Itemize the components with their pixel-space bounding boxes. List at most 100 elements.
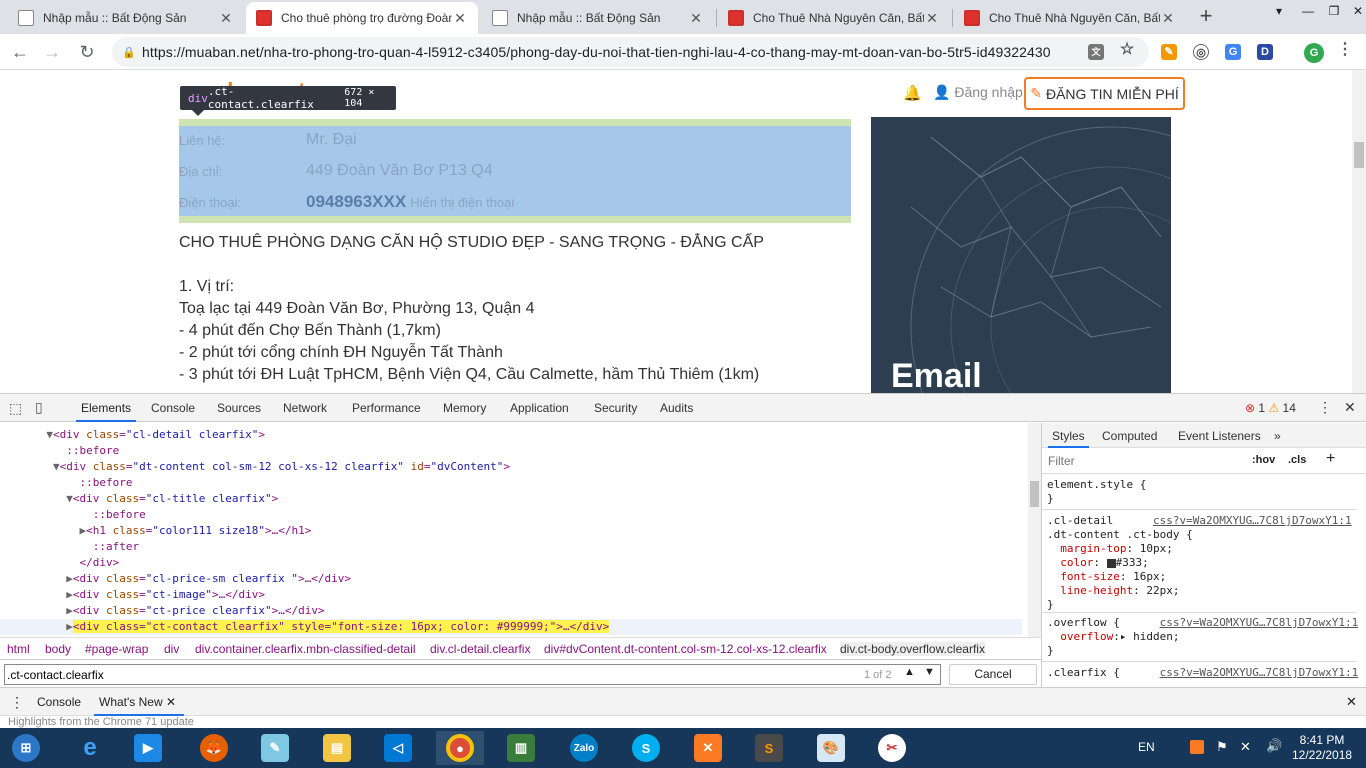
xampp-tray-icon[interactable] [1190, 740, 1204, 754]
css-rule[interactable]: .overflow { css?v=Wa2OMXYUG…7C8ljD7owxY1… [1047, 616, 1358, 658]
bell-icon[interactable]: 🔔 [903, 84, 922, 102]
tab-elements[interactable]: Elements [75, 401, 137, 422]
chrome-icon[interactable]: ● [436, 731, 484, 765]
tab-network[interactable]: Network [283, 401, 327, 415]
more-tabs-icon[interactable]: » [1274, 429, 1281, 443]
login-link[interactable]: 👤 Đăng nhập [933, 84, 1023, 101]
volume-icon[interactable]: 🔊 [1266, 738, 1282, 754]
tab-application[interactable]: Application [510, 401, 569, 415]
resource-monitor-icon[interactable]: ▥ [497, 731, 545, 765]
close-tab-icon[interactable]: ✕ [1160, 10, 1176, 27]
tab-console[interactable]: Console [151, 401, 195, 415]
dom-node[interactable]: ▶<div class="cl-price-sm clearfix ">…</d… [0, 571, 1022, 587]
new-tab-button[interactable]: + [1193, 5, 1219, 29]
dom-node-selected[interactable]: ▶<div class="ct-contact clearfix" style=… [0, 619, 1022, 635]
browser-tab-5[interactable]: Cho Thuê Nhà Nguyên Căn, Bất Độ ✕ [954, 2, 1186, 34]
dom-node[interactable]: ::after [0, 539, 1022, 555]
dom-node[interactable]: ▶<div class="ct-price clearfix">…</div> [0, 603, 1022, 619]
sublime-text-icon[interactable]: S [745, 731, 793, 765]
file-explorer-icon[interactable]: ▤ [313, 731, 361, 765]
tab-audits[interactable]: Audits [660, 401, 693, 415]
xampp-icon[interactable]: ✕ [684, 731, 732, 765]
breadcrumb-item[interactable]: div#dvContent.dt-content.col-sm-12.col-x… [544, 642, 827, 656]
hov-toggle[interactable]: :hov [1252, 454, 1275, 466]
media-player-icon[interactable]: ▶ [124, 731, 172, 765]
bookmark-star-icon[interactable]: ☆ [1119, 42, 1135, 58]
breadcrumb-item[interactable]: div.cl-detail.clearfix [430, 642, 530, 656]
find-next-icon[interactable]: ▼ [924, 666, 935, 678]
back-icon[interactable]: ← [9, 41, 31, 63]
ad-banner[interactable]: Email [871, 117, 1171, 393]
show-phone-link[interactable]: Hiển thị điện thoại [410, 195, 514, 210]
tab-styles[interactable]: Styles [1048, 429, 1089, 448]
dom-node[interactable]: </div> [0, 555, 1022, 571]
drawer-menu-icon[interactable]: ⋮ [10, 694, 24, 711]
cancel-button[interactable]: Cancel [949, 664, 1037, 685]
tab-event-listeners[interactable]: Event Listeners [1178, 429, 1261, 443]
css-rule[interactable]: .cl-detail css?v=Wa2OMXYUG…7C8ljD7owxY1:… [1047, 514, 1352, 612]
dom-node[interactable]: ▶<div class="ct-image">…</div> [0, 587, 1022, 603]
tab-sources[interactable]: Sources [217, 401, 261, 415]
tab-computed[interactable]: Computed [1102, 429, 1157, 443]
breadcrumb-item[interactable]: body [45, 642, 71, 656]
google-translate-icon[interactable]: G [1225, 44, 1241, 60]
forward-icon[interactable]: → [41, 41, 63, 63]
dom-node[interactable]: ▼<div class="cl-detail clearfix"> [0, 427, 1022, 443]
zalo-icon[interactable]: Zalo [560, 731, 608, 765]
translate-icon[interactable]: 文 [1088, 44, 1104, 60]
flag-icon[interactable]: ⚑ [1216, 739, 1228, 755]
extension-d-icon[interactable]: D [1257, 44, 1273, 60]
breadcrumb-item[interactable]: div [164, 642, 179, 656]
close-tab-icon[interactable]: ✕ [218, 10, 234, 27]
find-input[interactable] [4, 664, 941, 685]
firefox-icon[interactable]: 🦊 [190, 731, 238, 765]
close-tab-icon[interactable]: ✕ [688, 10, 704, 27]
vscode-icon[interactable]: ◁ [374, 731, 422, 765]
system-clock[interactable]: 8:41 PM 12/22/2018 [1292, 733, 1352, 763]
language-indicator[interactable]: EN [1138, 740, 1155, 754]
notepad-icon[interactable]: ✎ [251, 731, 299, 765]
snipping-tool-icon[interactable]: ✂ [868, 731, 916, 765]
element-style-rule[interactable]: element.style { } [1047, 478, 1146, 506]
tab-performance[interactable]: Performance [352, 401, 421, 415]
skype-icon[interactable]: S [622, 731, 670, 765]
inspect-element-icon[interactable]: ⬚ [9, 400, 22, 417]
profile-icon[interactable]: ▾ [1267, 4, 1291, 20]
start-button[interactable]: ⊞ [2, 731, 50, 765]
css-rule[interactable]: .clearfix { css?v=Wa2OMXYUG…7C8ljD7owxY1… [1047, 666, 1358, 680]
close-drawer-tab-icon[interactable]: ✕ [166, 695, 176, 709]
find-prev-icon[interactable]: ▲ [904, 666, 915, 678]
tab-memory[interactable]: Memory [443, 401, 486, 415]
drawer-tab-console[interactable]: Console [37, 695, 81, 709]
browser-tab-4[interactable]: Cho Thuê Nhà Nguyên Căn, Bất Đô ✕ [718, 2, 950, 34]
profile-avatar[interactable]: G [1304, 43, 1324, 63]
dom-node[interactable]: ::before [0, 507, 1022, 523]
dom-node[interactable]: ▶<h1 class="color111 size18">…</h1> [0, 523, 1022, 539]
browser-tab-3[interactable]: Nhập mẫu :: Bất Động Sản ✕ [482, 2, 714, 34]
drawer-tab-whats-new[interactable]: What's New ✕ [99, 695, 176, 709]
minimize-button[interactable]: — [1296, 4, 1320, 20]
close-tab-icon[interactable]: ✕ [924, 10, 940, 27]
styles-filter-input[interactable] [1045, 451, 1240, 470]
internet-explorer-icon[interactable]: e [66, 731, 114, 765]
add-rule-icon[interactable]: + [1326, 450, 1335, 468]
extension-icon[interactable]: ✎ [1161, 44, 1177, 60]
page-scrollbar[interactable] [1352, 70, 1366, 393]
paint-icon[interactable]: 🎨 [807, 731, 855, 765]
network-disconnected-icon[interactable]: ✕ [1240, 739, 1251, 755]
dom-node[interactable]: ::before [0, 475, 1022, 491]
restore-button[interactable]: ❐ [1322, 4, 1346, 20]
tab-security[interactable]: Security [594, 401, 637, 415]
device-toolbar-icon[interactable]: ▯ [35, 399, 43, 416]
close-devtools-icon[interactable]: ✕ [1344, 399, 1356, 416]
breadcrumb-item[interactable]: #page-wrap [85, 642, 148, 656]
close-window-button[interactable]: ✕ [1346, 4, 1366, 20]
browser-tab-2[interactable]: Cho thuê phòng trọ đường Đoàn V ✕ [246, 2, 478, 34]
breadcrumb-item-active[interactable]: div.ct-body.overflow.clearfix [840, 642, 985, 656]
close-drawer-icon[interactable]: ✕ [1346, 694, 1357, 710]
error-count[interactable]: ⊗ 1 ⚠ 14 [1245, 401, 1296, 415]
dom-node[interactable]: ▼<div class="dt-content col-sm-12 col-xs… [0, 459, 1022, 475]
menu-kebab-icon[interactable]: ⋮ [1337, 42, 1353, 58]
extension-icon[interactable]: ◎ [1193, 44, 1209, 60]
post-free-button[interactable]: ✎ ĐĂNG TIN MIỄN PHÍ [1024, 77, 1185, 110]
